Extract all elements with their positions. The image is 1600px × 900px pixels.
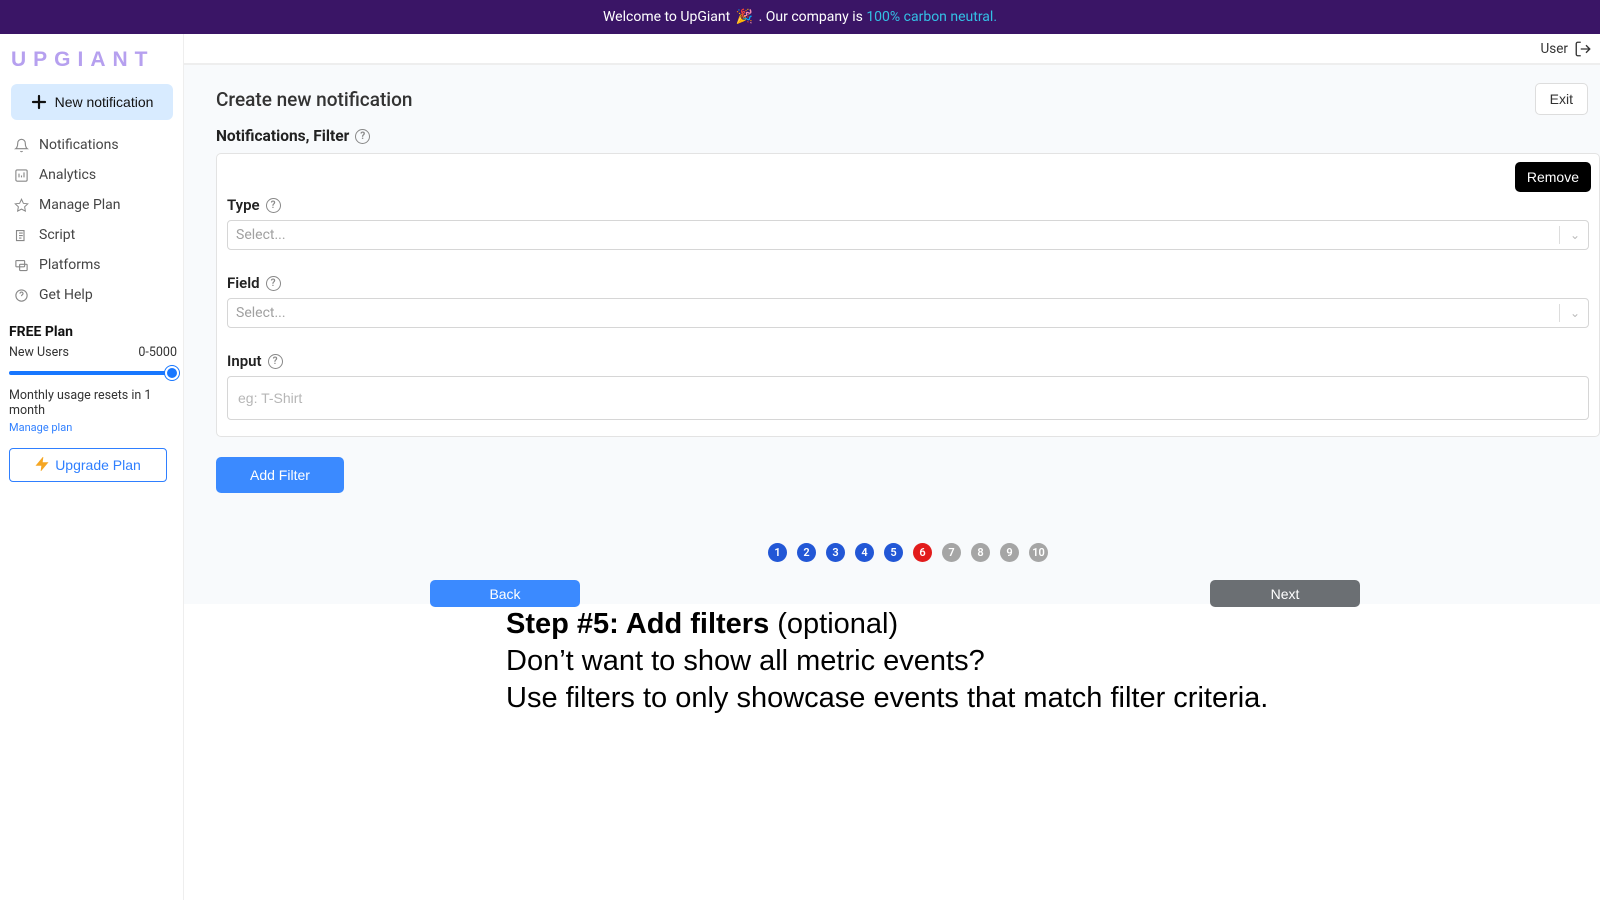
step-indicator: 123456789 10 xyxy=(216,543,1600,562)
chevron-down-icon: ⌄ xyxy=(1570,306,1580,320)
nav-label: Platforms xyxy=(39,257,101,273)
step-4[interactable]: 4 xyxy=(855,543,874,562)
help-tooltip-icon[interactable]: ? xyxy=(268,354,283,369)
nav-label: Manage Plan xyxy=(39,197,121,213)
manage-plan-link[interactable]: Manage plan xyxy=(9,421,177,434)
upgrade-plan-button[interactable]: Upgrade Plan xyxy=(9,448,167,482)
step-2[interactable]: 2 xyxy=(797,543,816,562)
chart-icon xyxy=(13,167,29,183)
sidebar-item-notifications[interactable]: Notifications xyxy=(9,130,177,160)
field-select[interactable]: Select... ⌄ xyxy=(227,298,1589,328)
sidebar-item-manage-plan[interactable]: Manage Plan xyxy=(9,190,177,220)
help-tooltip-icon[interactable]: ? xyxy=(355,129,370,144)
script-icon xyxy=(13,227,29,243)
plan-metric: New Users xyxy=(9,345,69,360)
sidebar-item-help[interactable]: Get Help xyxy=(9,280,177,310)
select-placeholder: Select... xyxy=(236,305,286,321)
upgrade-label: Upgrade Plan xyxy=(55,457,141,473)
step-5[interactable]: 5 xyxy=(884,543,903,562)
top-banner: Welcome to UpGiant 🎉 . Our company is 10… xyxy=(0,0,1600,34)
next-button[interactable]: Next xyxy=(1210,580,1360,607)
add-filter-button[interactable]: Add Filter xyxy=(216,457,344,493)
step-7[interactable]: 7 xyxy=(942,543,961,562)
plus-icon xyxy=(31,94,47,110)
exit-button[interactable]: Exit xyxy=(1535,83,1588,115)
nav-label: Analytics xyxy=(39,167,96,183)
new-notification-label: New notification xyxy=(55,94,154,110)
filter-card: Remove Type ? Select... ⌄ Field ? Select… xyxy=(216,153,1600,437)
party-icon: 🎉 xyxy=(736,9,753,25)
type-select[interactable]: Select... ⌄ xyxy=(227,220,1589,250)
bell-icon xyxy=(13,137,29,153)
help-icon xyxy=(13,287,29,303)
platforms-icon xyxy=(13,257,29,273)
chevron-down-icon: ⌄ xyxy=(1570,228,1580,242)
banner-text: Welcome to UpGiant 🎉 . Our company is 10… xyxy=(603,9,997,25)
plan-title: FREE Plan xyxy=(9,324,177,340)
sidebar-item-analytics[interactable]: Analytics xyxy=(9,160,177,190)
input-label: Input ? xyxy=(227,352,1589,370)
topbar: User xyxy=(184,34,1600,64)
tutorial-caption: Step #5: Add filters (optional) Don’t wa… xyxy=(184,604,1600,715)
nav-label: Get Help xyxy=(39,287,93,303)
sidebar: UPGIANT New notification Notifications A… xyxy=(0,34,184,900)
plan-range: 0-5000 xyxy=(138,345,177,360)
type-label: Type ? xyxy=(227,196,1589,214)
step-6[interactable]: 6 xyxy=(913,543,932,562)
step-8[interactable]: 8 xyxy=(971,543,990,562)
user-label: User xyxy=(1541,41,1568,57)
step-9[interactable]: 9 xyxy=(1000,543,1019,562)
star-icon xyxy=(13,197,29,213)
select-placeholder: Select... xyxy=(236,227,286,243)
logout-icon[interactable] xyxy=(1574,40,1592,58)
nav-label: Script xyxy=(39,227,75,243)
back-button[interactable]: Back xyxy=(430,580,580,607)
bolt-icon xyxy=(35,457,49,474)
help-tooltip-icon[interactable]: ? xyxy=(266,198,281,213)
brand-logo: UPGIANT xyxy=(9,42,177,84)
usage-slider[interactable] xyxy=(9,366,177,380)
plan-widget: FREE Plan New Users 0-5000 Monthly usage… xyxy=(9,324,177,434)
step-1[interactable]: 1 xyxy=(768,543,787,562)
page-title: Create new notification xyxy=(216,88,413,111)
help-tooltip-icon[interactable]: ? xyxy=(266,276,281,291)
sidebar-item-platforms[interactable]: Platforms xyxy=(9,250,177,280)
field-label: Field ? xyxy=(227,274,1589,292)
remove-button[interactable]: Remove xyxy=(1515,162,1591,192)
step-3[interactable]: 3 xyxy=(826,543,845,562)
new-notification-button[interactable]: New notification xyxy=(11,84,173,120)
main-area: User Create new notification Exit Notifi… xyxy=(184,34,1600,900)
section-heading: Notifications, Filter ? xyxy=(216,127,1600,145)
content: Create new notification Exit Notificatio… xyxy=(184,64,1600,604)
sidebar-item-script[interactable]: Script xyxy=(9,220,177,250)
carbon-link[interactable]: 100% carbon neutral. xyxy=(866,9,997,25)
nav-label: Notifications xyxy=(39,137,119,153)
step-10[interactable]: 10 xyxy=(1029,543,1048,562)
filter-input[interactable] xyxy=(227,376,1589,420)
plan-reset-text: Monthly usage resets in 1 month xyxy=(9,388,177,418)
